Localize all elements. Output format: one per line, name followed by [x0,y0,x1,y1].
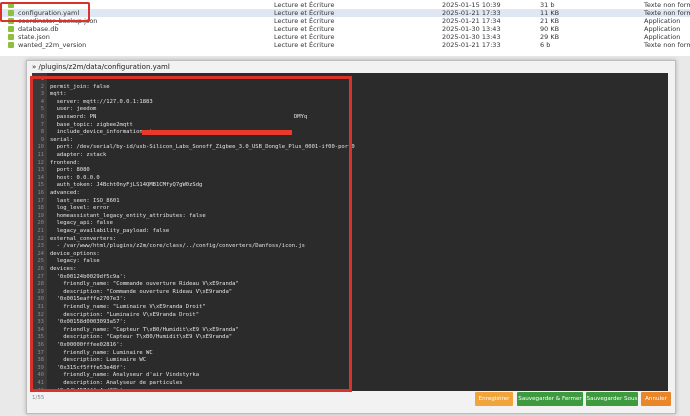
cursor-position: 1/55 [32,395,45,401]
file-size: 6 b [540,41,551,49]
file-size: 29 KB [540,33,560,41]
file-name: state.json [18,33,50,41]
save-as-button[interactable]: Sauvegarder Sous [586,392,638,406]
file-name: wanted_z2m_version [18,41,87,49]
file-permissions: Lecture et Écriture [274,33,335,41]
file-row[interactable]: state.json Lecture et Écriture 2025-01-30 … [0,33,690,41]
file-permissions: Lecture et Écriture [274,9,335,17]
file-type: Application [644,17,681,25]
file-type: Texte non formaté [644,9,690,17]
file-date: 2025-01-15 10:39 [442,1,501,9]
dialog-title: » /plugins/z2m/data/configuration.yaml [32,63,170,71]
file-icon [8,34,14,40]
file-date: 2025-01-21 17:34 [442,17,501,25]
file-date: 2025-01-30 13:43 [442,33,501,41]
file-size: 90 KB [540,25,560,33]
file-type: Texte non formaté [644,41,690,49]
file-date: 2025-01-21 17:33 [442,41,501,49]
save-button[interactable]: Enregistrer [475,392,513,406]
file-row[interactable]: wanted_z2m_version Lecture et Écriture 202… [0,41,690,49]
file-type: Application [644,25,681,33]
file-name: database.db [18,25,59,33]
file-permissions: Lecture et Écriture [274,17,335,25]
file-permissions: Lecture et Écriture [274,1,335,9]
save-and-close-button[interactable]: Sauvegarder & Fermer [517,392,583,406]
cancel-button[interactable]: Annuler [641,392,671,406]
file-type: Application [644,33,681,41]
file-size: 21 KB [540,17,560,25]
annotation-highlight-filename [0,2,90,22]
file-icon [8,42,14,48]
file-date: 2025-01-21 17:33 [442,9,501,17]
file-icon [8,26,14,32]
file-permissions: Lecture et Écriture [274,25,335,33]
file-type: Texte non formaté [644,1,690,9]
file-row[interactable]: coordinator_backup.json Lecture et Écritu… [0,17,690,25]
file-row[interactable]: database.db Lecture et Écriture 2025-01-30… [0,25,690,33]
file-date: 2025-01-30 13:43 [442,25,501,33]
file-size: 31 b [540,1,555,9]
file-list: Lecture et Écriture 2025-01-15 10:39 31 b T… [0,0,690,56]
file-permissions: Lecture et Écriture [274,41,335,49]
file-row[interactable]: configuration.yaml Lecture et Écriture 202… [0,9,690,17]
file-size: 11 KB [540,9,560,17]
annotation-highlight-code [30,76,352,392]
file-row[interactable]: Lecture et Écriture 2025-01-15 10:39 31 b T… [0,1,690,9]
